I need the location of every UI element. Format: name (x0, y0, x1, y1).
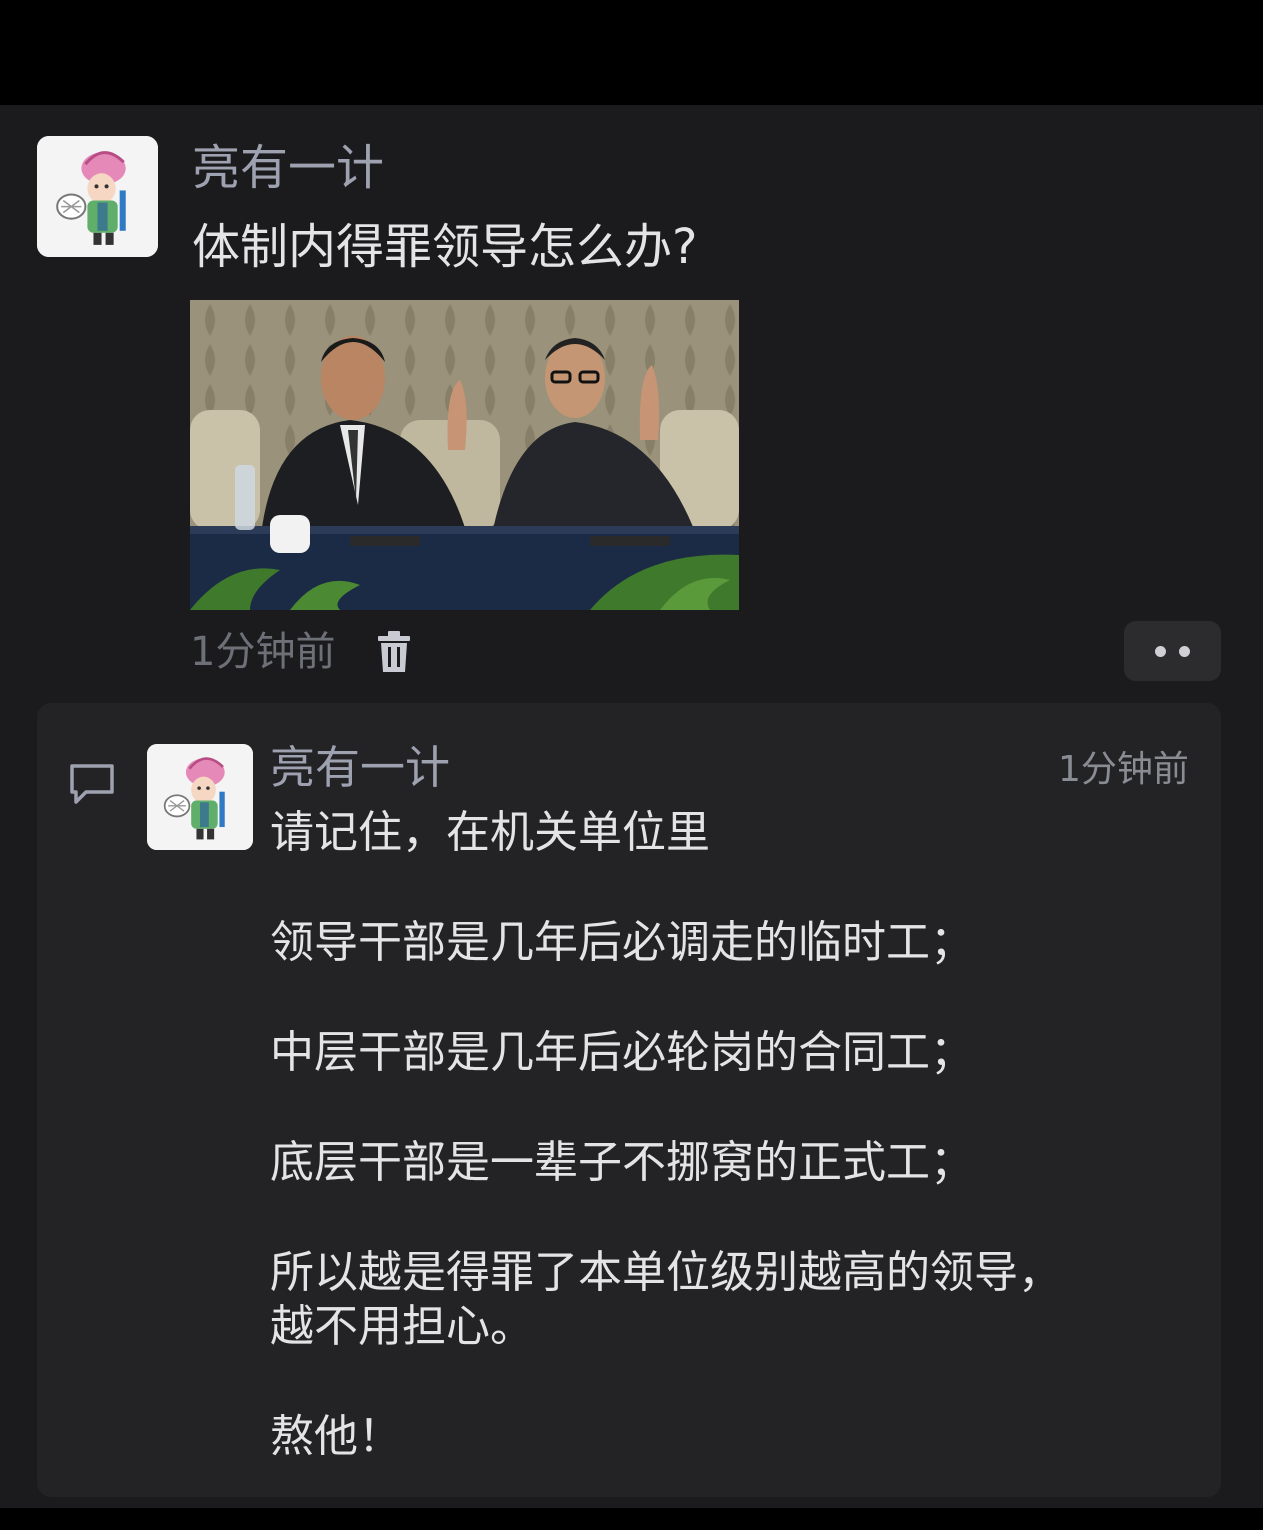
post-author-name[interactable]: 亮有一计 (192, 138, 384, 198)
comment-line: 底层干部是一辈子不挪窝的正式工； (270, 1137, 974, 1188)
avatar-cartoon-icon (37, 136, 158, 257)
post-text: 体制内得罪领导怎么办? (192, 219, 698, 275)
more-dot-icon (1155, 646, 1166, 657)
comment-line: 越不用担心。 (270, 1301, 534, 1352)
avatar-cartoon-icon (147, 744, 253, 850)
status-bar (0, 0, 1263, 105)
bottom-edge (0, 1508, 1263, 1530)
meeting-photo (190, 300, 739, 610)
comment-line: 所以越是得罪了本单位级别越高的领导， (270, 1247, 1062, 1298)
comment-avatar[interactable] (147, 744, 253, 850)
comment-icon[interactable] (68, 762, 116, 806)
more-dot-icon (1179, 646, 1190, 657)
comment-line: 中层干部是几年后必轮岗的合同工； (270, 1027, 974, 1078)
post-avatar[interactable] (37, 136, 158, 257)
comment-author-name[interactable]: 亮有一计 (270, 740, 450, 796)
comment-line: 熬他！ (270, 1411, 402, 1462)
post-timestamp: 1分钟前 (190, 629, 336, 675)
comment-timestamp: 1分钟前 (1058, 749, 1189, 790)
comment-line: 请记住，在机关单位里 (270, 807, 710, 858)
post-image[interactable] (190, 300, 739, 610)
more-options-button[interactable] (1124, 621, 1221, 681)
comment-line: 领导干部是几年后必调走的临时工； (270, 917, 974, 968)
trash-icon[interactable] (376, 630, 412, 674)
